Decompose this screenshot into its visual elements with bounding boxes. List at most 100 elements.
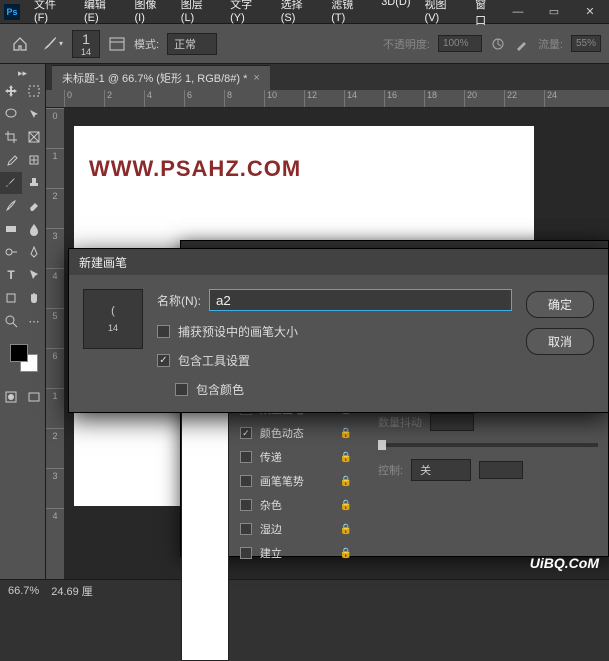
- include-color-checkbox[interactable]: 包含颜色: [175, 381, 512, 398]
- menu-3d[interactable]: 3D(D): [375, 0, 416, 30]
- crop-tool-icon[interactable]: [0, 126, 22, 148]
- app-logo: Ps: [4, 4, 20, 20]
- flow-value[interactable]: 55%: [571, 35, 601, 52]
- foreground-swatch[interactable]: [10, 344, 28, 362]
- flow-label: 流量:: [538, 36, 563, 52]
- opacity-value[interactable]: 100%: [438, 35, 482, 52]
- ruler-tick: 6: [46, 348, 64, 388]
- menu-window[interactable]: 窗口: [469, 0, 503, 30]
- menu-select[interactable]: 选择(S): [275, 0, 324, 30]
- zoom-tool-icon[interactable]: [0, 310, 22, 332]
- brush-option-wetedges[interactable]: 湿边🔒: [240, 521, 352, 537]
- pen-tool-icon[interactable]: [23, 241, 45, 263]
- lock-icon[interactable]: 🔒: [340, 428, 352, 439]
- brush-option-colordynamics[interactable]: 颜色动态🔒: [240, 425, 352, 441]
- artboard-tool-icon[interactable]: [23, 80, 45, 102]
- control-select[interactable]: 关: [411, 459, 471, 481]
- brush-option-transfer[interactable]: 传递🔒: [240, 449, 352, 465]
- hand-tool-icon[interactable]: [23, 287, 45, 309]
- tab-close-icon[interactable]: ×: [253, 72, 259, 84]
- ruler-tick: 2: [104, 90, 144, 107]
- cancel-button[interactable]: 取消: [526, 328, 594, 355]
- edit-toolbar-icon[interactable]: ⋯: [23, 310, 45, 332]
- ruler-tick: 3: [46, 468, 64, 508]
- ruler-tick: 1: [46, 148, 64, 188]
- window-controls: — ▭ ✕: [503, 2, 605, 22]
- pressure-opacity-icon[interactable]: [490, 36, 506, 52]
- ruler-tick: 3: [46, 228, 64, 268]
- healing-tool-icon[interactable]: [23, 149, 45, 171]
- mode-select[interactable]: 正常: [167, 33, 217, 55]
- tool-brush-indicator-icon[interactable]: ▾: [40, 32, 64, 56]
- frame-tool-icon[interactable]: [23, 126, 45, 148]
- quickmask-icon[interactable]: [0, 386, 22, 408]
- mode-label: 模式:: [134, 36, 159, 52]
- gradient-tool-icon[interactable]: [0, 218, 22, 240]
- new-brush-dialog: 新建画笔 ( 14 名称(N): 捕获预设中的画笔大小 包含工具设置 包含颜色: [68, 248, 609, 413]
- menu-view[interactable]: 视图(V): [419, 0, 468, 30]
- eraser-tool-icon[interactable]: [23, 195, 45, 217]
- maximize-button[interactable]: ▭: [539, 2, 569, 22]
- menu-type[interactable]: 文字(Y): [224, 0, 273, 30]
- stamp-tool-icon[interactable]: [23, 172, 45, 194]
- lasso-tool-icon[interactable]: [0, 103, 22, 125]
- brush-option-pose[interactable]: 画笔笔势🔒: [240, 473, 352, 489]
- color-swatches[interactable]: [0, 340, 45, 380]
- brush-tool-icon[interactable]: [0, 172, 22, 194]
- blur-tool-icon[interactable]: [23, 218, 45, 240]
- menu-image[interactable]: 图像(I): [129, 0, 173, 30]
- quick-select-tool-icon[interactable]: [23, 103, 45, 125]
- lock-icon[interactable]: 🔒: [340, 524, 352, 535]
- brush-preset-picker[interactable]: 1 14: [72, 30, 100, 58]
- brush-option-noise[interactable]: 杂色🔒: [240, 497, 352, 513]
- status-zoom[interactable]: 66.7%: [8, 585, 39, 597]
- lock-icon[interactable]: 🔒: [340, 500, 352, 511]
- ruler-tick: 10: [264, 90, 304, 107]
- brush-panel-toggle-icon[interactable]: [108, 35, 126, 53]
- dodge-tool-icon[interactable]: [0, 241, 22, 263]
- minimize-button[interactable]: —: [503, 2, 533, 22]
- menu-layer[interactable]: 图层(L): [175, 0, 222, 30]
- airbrush-icon[interactable]: [514, 36, 530, 52]
- type-tool-icon[interactable]: T: [0, 264, 22, 286]
- brush-option-buildup[interactable]: 建立🔒: [240, 545, 352, 561]
- menu-filter[interactable]: 滤镜(T): [325, 0, 373, 30]
- lock-icon[interactable]: 🔒: [340, 452, 352, 463]
- brush-thumbnail-glyph: (: [111, 305, 115, 317]
- eyedropper-tool-icon[interactable]: [0, 149, 22, 171]
- checkbox-icon: [157, 354, 170, 367]
- checkbox-icon: [157, 325, 170, 338]
- brush-thumbnail-size: 14: [108, 323, 118, 333]
- ruler-tick: 2: [46, 188, 64, 228]
- screenmode-icon[interactable]: [23, 386, 45, 408]
- dialog-title[interactable]: 新建画笔: [69, 249, 608, 275]
- menu-edit[interactable]: 编辑(E): [78, 0, 127, 30]
- capture-size-checkbox[interactable]: 捕获预设中的画笔大小: [157, 323, 512, 340]
- ok-button[interactable]: 确定: [526, 291, 594, 318]
- control-field[interactable]: [479, 461, 523, 479]
- name-input[interactable]: [209, 289, 512, 311]
- ruler-tick: 16: [384, 90, 424, 107]
- close-button[interactable]: ✕: [575, 2, 605, 22]
- jitter-label: 数量抖动: [378, 414, 422, 430]
- jitter-field[interactable]: [430, 413, 474, 431]
- lock-icon[interactable]: 🔒: [340, 476, 352, 487]
- path-select-tool-icon[interactable]: [23, 264, 45, 286]
- menu-file[interactable]: 文件(F): [28, 0, 76, 30]
- jitter-slider[interactable]: [378, 443, 598, 447]
- include-tool-checkbox[interactable]: 包含工具设置: [157, 352, 512, 369]
- name-label: 名称(N):: [157, 292, 201, 309]
- home-icon[interactable]: [8, 32, 32, 56]
- move-tool-icon[interactable]: [0, 80, 22, 102]
- include-tool-label: 包含工具设置: [178, 352, 250, 369]
- ruler-tick: 24: [544, 90, 584, 107]
- history-brush-tool-icon[interactable]: [0, 195, 22, 217]
- status-size: 24.69 厘: [51, 583, 93, 599]
- lock-icon[interactable]: 🔒: [340, 548, 352, 559]
- watermark-text: WWW.PSAHZ.COM: [89, 156, 301, 182]
- rectangle-tool-icon[interactable]: [0, 287, 22, 309]
- toolbar-expand-icon[interactable]: ▸▸: [0, 68, 45, 80]
- ruler-tick: 14: [344, 90, 384, 107]
- document-tab[interactable]: 未标题-1 @ 66.7% (矩形 1, RGB/8#) * ×: [52, 65, 270, 90]
- options-bar: ▾ 1 14 模式: 正常 不透明度: 100% 流量: 55%: [0, 24, 609, 64]
